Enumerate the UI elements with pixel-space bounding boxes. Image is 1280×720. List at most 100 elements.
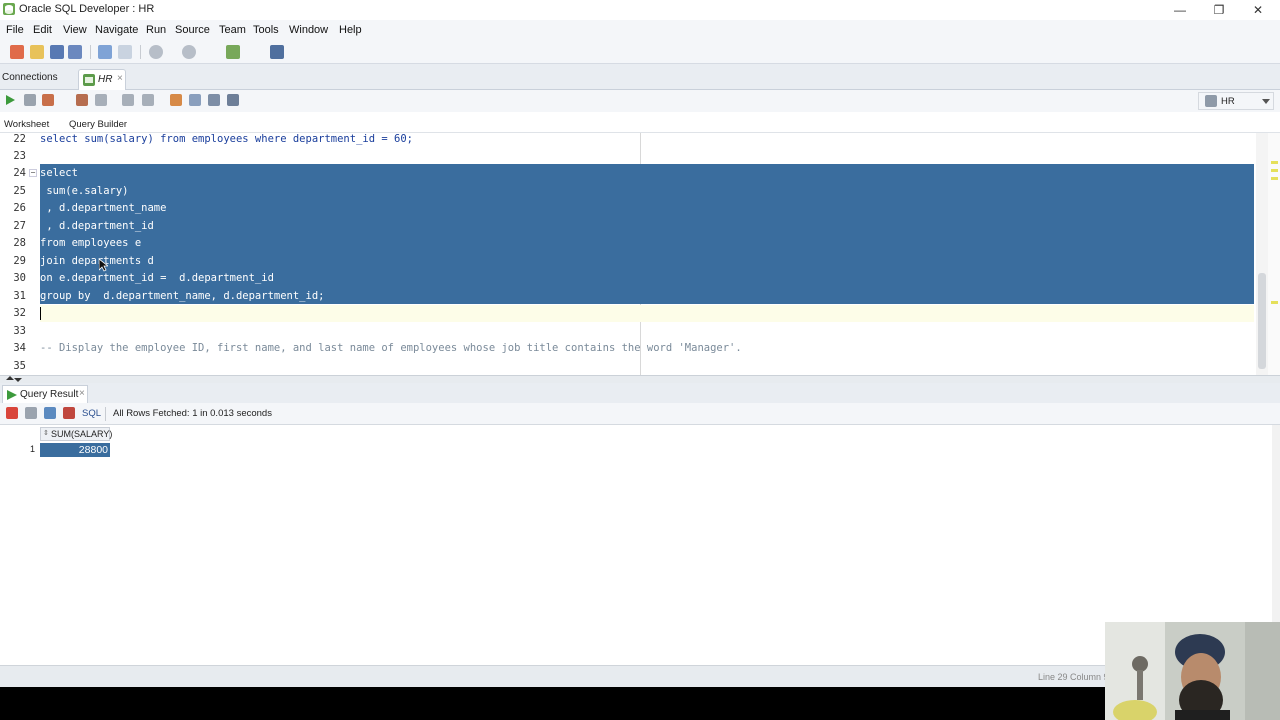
tab-query-result[interactable]: Query Result ×	[2, 385, 88, 403]
rollback-icon[interactable]	[95, 94, 107, 106]
row-number: 1	[30, 444, 36, 454]
pane-splitter[interactable]	[0, 375, 1280, 383]
line-number: 22	[13, 133, 26, 145]
table-cell[interactable]: 28800	[40, 443, 110, 457]
line-number: 33	[13, 325, 26, 337]
code-line: group by d.department_name, d.department…	[40, 290, 325, 302]
format-icon[interactable]	[227, 94, 239, 106]
line-number: 29	[13, 255, 26, 267]
connections-tab-strip: Connections HR ×	[0, 64, 1280, 90]
overview-marker[interactable]	[1271, 169, 1278, 172]
minimize-button[interactable]: —	[1170, 2, 1190, 18]
webcam-person-image	[1105, 622, 1280, 720]
splitter-arrows-icon[interactable]	[4, 376, 24, 383]
sort-icon: ⇕	[43, 430, 49, 437]
line-number: 30	[13, 272, 26, 284]
run-script-icon[interactable]	[42, 94, 54, 106]
binoculars-icon[interactable]	[270, 45, 284, 59]
mouse-pointer-icon	[99, 259, 108, 272]
results-grid[interactable]: ⇕ SUM(SALARY) 1 28800	[0, 425, 1280, 665]
tab-close-icon[interactable]: ×	[79, 388, 85, 399]
menu-team[interactable]: Team	[219, 24, 246, 36]
stop-icon[interactable]	[24, 94, 36, 106]
column-header-label: SUM(SALARY)	[51, 429, 113, 439]
line-number: 31	[13, 290, 26, 302]
restore-button[interactable]: ❐	[1209, 2, 1229, 18]
menu-navigate[interactable]: Navigate	[95, 24, 138, 36]
query-result-icon	[7, 390, 17, 400]
editor-overview-ruler	[1268, 133, 1280, 375]
redo-icon[interactable]	[118, 45, 132, 59]
eraser-icon[interactable]	[189, 94, 201, 106]
menu-source[interactable]: Source	[175, 24, 210, 36]
menu-window[interactable]: Window	[289, 24, 328, 36]
close-window-button[interactable]: ✕	[1248, 2, 1268, 18]
tab-hr-worksheet[interactable]: HR ×	[78, 69, 126, 90]
save-all-icon[interactable]	[68, 45, 82, 59]
tab-query-result-label: Query Result	[20, 389, 79, 400]
bottom-black-band	[0, 687, 1280, 720]
chevron-down-icon	[1262, 99, 1270, 104]
save-icon[interactable]	[50, 45, 64, 59]
tab-close-icon[interactable]: ×	[117, 73, 123, 84]
undo-icon[interactable]	[98, 45, 112, 59]
tab-connections[interactable]: Connections	[2, 72, 58, 83]
line-number: 34	[13, 342, 26, 354]
sql-tuning-icon[interactable]	[208, 94, 220, 106]
code-line: sum(e.salary)	[40, 185, 129, 197]
menu-view[interactable]: View	[63, 24, 87, 36]
sql-editor[interactable]: 22 23 24 25 26 27 28 29 30 31 32 33 34 3…	[0, 133, 1268, 375]
sql-button[interactable]: SQL	[82, 408, 101, 419]
overview-marker[interactable]	[1271, 161, 1278, 164]
code-line: , d.department_name	[40, 202, 167, 214]
forward-icon[interactable]	[182, 45, 196, 59]
code-line: , d.department_id	[40, 220, 154, 232]
line-number: 32	[13, 307, 26, 319]
status-bar: Line 29 Column 9	[0, 665, 1280, 687]
results-tab-bar: Query Result ×	[0, 383, 1280, 403]
print-icon[interactable]	[25, 407, 37, 419]
sql-worksheet-icon[interactable]	[226, 45, 240, 59]
pin-icon[interactable]	[6, 407, 18, 419]
fold-collapse-icon[interactable]: −	[29, 169, 37, 177]
unshared-sql-icon[interactable]	[170, 94, 182, 106]
editor-scrollbar[interactable]	[1256, 133, 1268, 375]
menu-edit[interactable]: Edit	[33, 24, 52, 36]
results-toolbar: SQL All Rows Fetched: 1 in 0.013 seconds	[0, 403, 1280, 425]
tab-worksheet[interactable]: Worksheet	[4, 119, 49, 130]
tab-query-builder[interactable]: Query Builder	[69, 119, 127, 130]
commit-disabled-icon[interactable]	[122, 94, 134, 106]
line-number: 23	[13, 150, 26, 162]
overview-marker[interactable]	[1271, 301, 1278, 304]
commit-icon[interactable]	[76, 94, 88, 106]
new-icon[interactable]	[10, 45, 24, 59]
line-number: 24	[13, 167, 26, 179]
tab-hr-label: HR	[98, 74, 113, 85]
connection-select[interactable]: HR	[1198, 92, 1274, 110]
refresh-icon[interactable]	[44, 407, 56, 419]
code-line: on e.department_id = d.department_id	[40, 272, 274, 284]
column-header-sum-salary[interactable]: ⇕ SUM(SALARY)	[40, 427, 113, 441]
rollback-disabled-icon[interactable]	[142, 94, 154, 106]
window-title: Oracle SQL Developer : HR	[19, 3, 155, 15]
code-comment-line: -- Display the employee ID, first name, …	[40, 342, 742, 354]
scrollbar-thumb[interactable]	[1258, 273, 1266, 369]
line-number: 26	[13, 202, 26, 214]
menu-tools[interactable]: Tools	[253, 24, 279, 36]
run-statement-icon[interactable]	[4, 94, 16, 106]
menu-run[interactable]: Run	[146, 24, 166, 36]
back-icon[interactable]	[149, 45, 163, 59]
fetch-status: All Rows Fetched: 1 in 0.013 seconds	[113, 408, 272, 419]
line-number: 25	[13, 185, 26, 197]
menu-help[interactable]: Help	[339, 24, 362, 36]
sql-developer-app-icon	[3, 3, 15, 15]
current-line-highlight	[40, 305, 1254, 322]
main-toolbar	[0, 40, 1280, 64]
worksheet-toolbar: HR	[0, 90, 1280, 112]
toolbar-separator	[140, 45, 141, 59]
menu-bar: File Edit View Navigate Run Source Team …	[0, 20, 1280, 40]
menu-file[interactable]: File	[6, 24, 24, 36]
open-icon[interactable]	[30, 45, 44, 59]
cancel-query-icon[interactable]	[63, 407, 75, 419]
overview-marker[interactable]	[1271, 177, 1278, 180]
